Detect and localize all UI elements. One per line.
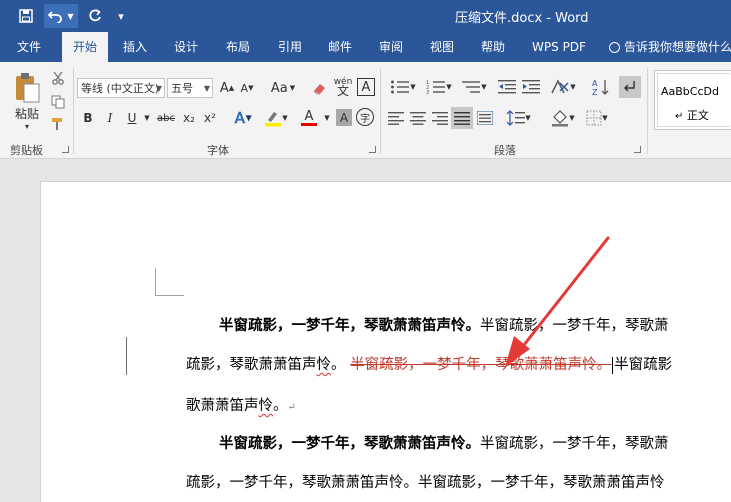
arrow-shaft [518, 236, 610, 352]
annotation-arrow [505, 236, 610, 367]
